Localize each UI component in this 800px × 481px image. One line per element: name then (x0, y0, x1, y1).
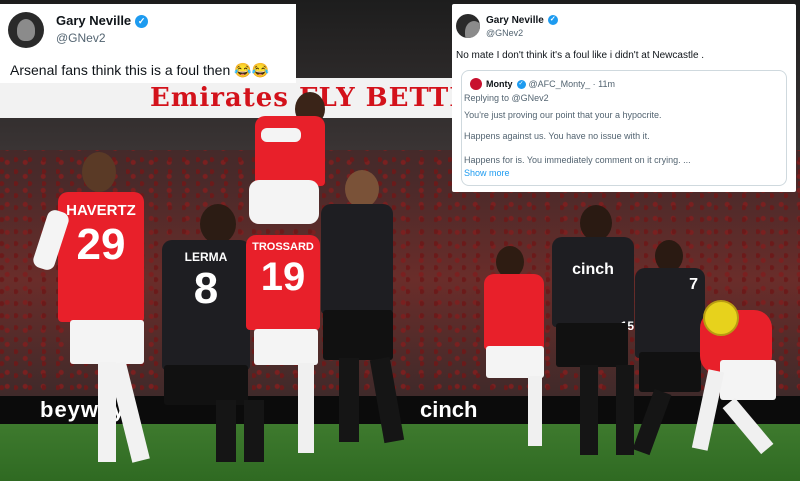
player-shorts (70, 320, 144, 364)
replying-to: Replying to @GNev2 (464, 93, 549, 103)
player-shorts (486, 346, 544, 378)
quote-header: Monty ✓ @AFC_Monty_ · 11m (486, 79, 616, 90)
player-leg (691, 369, 725, 451)
player-number: 7 (689, 276, 698, 293)
tweet-card-left[interactable]: Gary Neville ✓ @GNev2 Arsenal fans think … (0, 4, 296, 83)
avatar[interactable] (456, 14, 480, 38)
user-handle[interactable]: @GNev2 (56, 31, 106, 45)
player-head (345, 170, 379, 208)
player-head (200, 204, 236, 244)
player-number: 29 (76, 220, 126, 269)
show-more-link[interactable]: Show more (464, 168, 510, 178)
display-name[interactable]: Gary Neville ✓ (56, 13, 149, 29)
tweet-text: No mate I don't think it's a foul like i… (456, 50, 705, 61)
verified-badge-icon: ✓ (547, 15, 558, 26)
player-arm (261, 128, 301, 142)
player-shirt (484, 274, 544, 350)
player-shorts (323, 310, 393, 360)
sponsor-logo: cinch (572, 261, 614, 278)
player-leg (216, 400, 236, 462)
verified-badge-icon: ✓ (516, 80, 526, 90)
player-number: 8 (193, 264, 219, 313)
quote-line-1: You're just proving our point that your … (464, 110, 662, 120)
player-shirt: cinch 15 (552, 237, 634, 333)
quote-display-name[interactable]: Monty (486, 79, 513, 89)
player-shirt: LERMA 8 (162, 240, 250, 370)
player-shirt (321, 204, 393, 314)
verified-badge-icon: ✓ (135, 15, 149, 29)
player-head (82, 152, 116, 192)
football (703, 300, 739, 336)
player-leg (632, 388, 672, 456)
player-leg (369, 356, 405, 444)
player-name: LERMA (184, 250, 228, 264)
quote-handle-time: @AFC_Monty_ · 11m (528, 79, 616, 89)
user-handle[interactable]: @GNev2 (486, 28, 523, 38)
display-name-text: Gary Neville (486, 15, 544, 26)
display-name-text: Gary Neville (56, 13, 132, 28)
quote-avatar[interactable] (470, 78, 482, 90)
player-head (580, 205, 612, 241)
player-shorts (556, 323, 628, 367)
tweet-text: Arsenal fans think this is a foul then 😂… (10, 62, 269, 78)
quote-line-3: Happens for is. You immediately comment … (464, 155, 691, 165)
player-palace-center (305, 170, 415, 460)
ad-board-text-right: cinch (420, 397, 478, 422)
player-leg (339, 358, 359, 442)
avatar[interactable] (8, 12, 44, 48)
quote-line-2: Happens against us. You have no issue wi… (464, 131, 650, 141)
player-shirt: HAVERTZ 29 (58, 192, 144, 322)
emirates-banner: Emirates FLY BETTER (0, 78, 492, 118)
display-name[interactable]: Gary Neville ✓ (486, 15, 558, 26)
player-name: HAVERTZ (66, 202, 136, 219)
replying-to-text[interactable]: Replying to @GNev2 (464, 93, 549, 103)
player-shorts (164, 365, 248, 405)
player-leg (722, 397, 774, 455)
player-havertz: HAVERTZ 29 (31, 150, 160, 470)
player-leg (580, 365, 598, 455)
player-shorts (720, 360, 776, 400)
